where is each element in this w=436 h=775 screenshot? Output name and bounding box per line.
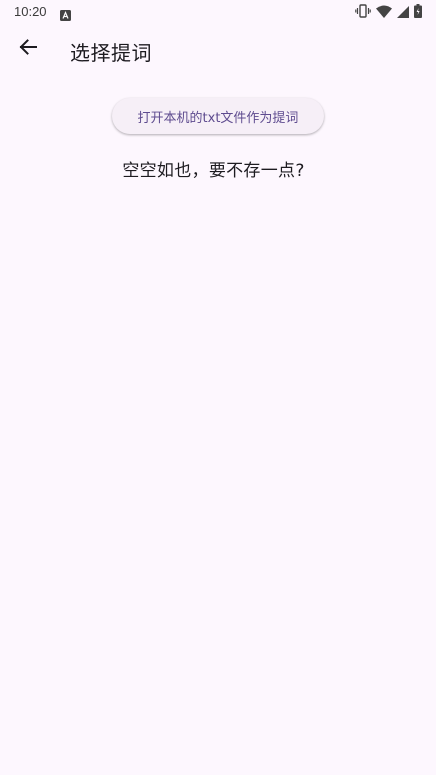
empty-state-message: 空空如也，要不存一点? — [122, 161, 305, 181]
vibrate-icon — [355, 3, 371, 22]
signal-icon — [397, 3, 409, 22]
back-button[interactable] — [12, 33, 44, 65]
a-icon — [60, 6, 71, 21]
battery-icon — [414, 3, 422, 22]
app-bar: 选择提词 — [0, 24, 436, 78]
wifi-icon — [376, 3, 392, 22]
status-time: 10:20 — [14, 4, 47, 19]
open-txt-file-button[interactable]: 打开本机的txt文件作为提词 — [112, 98, 324, 134]
status-bar: 10:20 — [0, 0, 436, 24]
arrow-back-icon — [18, 37, 38, 61]
page-title: 选择提词 — [70, 41, 152, 65]
status-icons — [355, 3, 422, 22]
